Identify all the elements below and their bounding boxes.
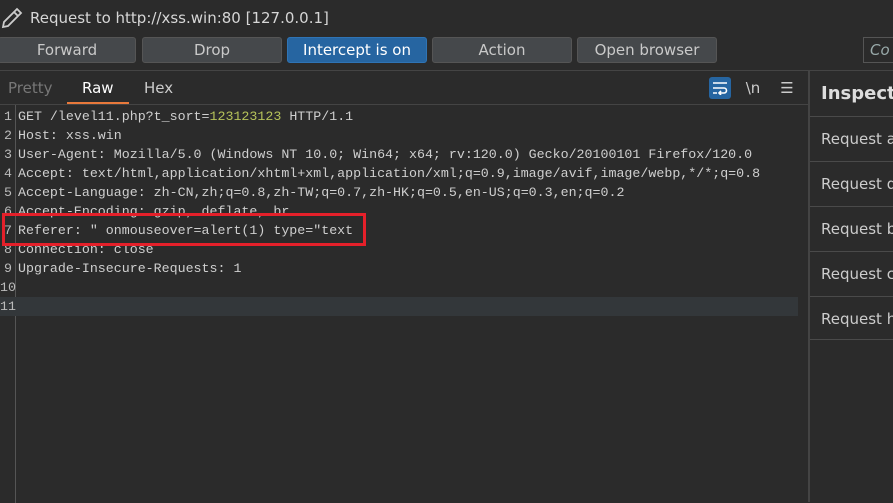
line-content: Upgrade-Insecure-Requests: 1 <box>18 261 242 276</box>
inspector-cookies[interactable]: Request cookies <box>810 251 893 295</box>
inspector-headers[interactable]: Request headers <box>810 296 893 340</box>
code-line: 11 <box>0 297 798 316</box>
line-number: 10 <box>0 280 16 295</box>
line-text: Upgrade-Insecure-Requests: 1 <box>18 259 241 278</box>
open-browser-button[interactable]: Open browser <box>577 37 717 63</box>
newline-toggle[interactable]: \n <box>742 77 764 99</box>
inspector-panel: Inspector Request attributes Request que… <box>808 71 893 502</box>
request-title: Request to http://xss.win:80 [127.0.0.1] <box>30 9 329 27</box>
inspector-query-params[interactable]: Request query parameters <box>810 161 893 205</box>
line-number: 9 <box>4 261 12 276</box>
param-value: 123123123 <box>209 109 282 124</box>
code-line: 10 <box>0 278 798 297</box>
code-line: 5 Accept-Language: zh-CN,zh;q=0.8,zh-TW;q… <box>0 183 798 202</box>
tab-pretty[interactable]: Pretty <box>8 79 53 97</box>
line-text: User-Agent: Mozilla/5.0 (Windows NT 10.0… <box>18 145 752 164</box>
request-editor[interactable]: 1 GET /level11.php?t_sort=123123123 HTTP/… <box>0 104 808 503</box>
wrap-lines-icon[interactable] <box>709 77 731 99</box>
action-button[interactable]: Action <box>432 37 572 63</box>
line-content: HTTP/1.1 <box>281 109 354 124</box>
line-number: 5 <box>4 185 12 200</box>
line-number: 4 <box>4 166 12 181</box>
code-line: 4 Accept: text/html,application/xhtml+xml… <box>0 164 798 183</box>
inspector-body-params[interactable]: Request body parameters <box>810 206 893 250</box>
code-line: 2 Host: xss.win <box>0 126 798 145</box>
line-content: Accept-Language: zh-CN,zh;q=0.8,zh-TW;q=… <box>18 185 625 200</box>
intercept-toggle-button[interactable]: Intercept is on <box>287 37 427 63</box>
tab-hex[interactable]: Hex <box>144 79 173 97</box>
code-line: 1 GET /level11.php?t_sort=123123123 HTTP/… <box>0 107 798 126</box>
highlight-box <box>2 213 366 246</box>
hamburger-menu-icon[interactable]: ☰ <box>776 77 798 99</box>
line-content: Host: xss.win <box>18 128 122 143</box>
line-number: 11 <box>0 299 16 314</box>
line-content: Accept: text/html,application/xhtml+xml,… <box>18 166 761 181</box>
line-number: 2 <box>4 128 12 143</box>
code-line: 9 Upgrade-Insecure-Requests: 1 <box>0 259 798 278</box>
inspector-title: Inspector <box>821 83 893 104</box>
window-title-bar: Request to http://xss.win:80 [127.0.0.1] <box>0 0 893 36</box>
search-input[interactable]: Co <box>863 37 893 63</box>
line-text: Host: xss.win <box>18 126 122 145</box>
code-line: 3 User-Agent: Mozilla/5.0 (Windows NT 10.… <box>0 145 798 164</box>
line-text: Accept: text/html,application/xhtml+xml,… <box>18 164 760 183</box>
tab-raw[interactable]: Raw <box>82 79 114 97</box>
line-text: Accept-Language: zh-CN,zh;q=0.8,zh-TW;q=… <box>18 183 624 202</box>
line-text: GET /level11.php?t_sort=123123123 HTTP/1… <box>18 107 353 126</box>
forward-button[interactable]: Forward <box>0 37 136 63</box>
line-content: GET /level11.php?t_sort= <box>18 109 210 124</box>
pencil-icon <box>1 7 23 29</box>
line-content: User-Agent: Mozilla/5.0 (Windows NT 10.0… <box>18 147 753 162</box>
inspector-request-attributes[interactable]: Request attributes <box>810 116 893 160</box>
line-number: 3 <box>4 147 12 162</box>
editor-tabs: Pretty Raw Hex \n ☰ <box>0 71 808 104</box>
drop-button[interactable]: Drop <box>142 37 282 63</box>
line-number: 1 <box>4 109 12 124</box>
